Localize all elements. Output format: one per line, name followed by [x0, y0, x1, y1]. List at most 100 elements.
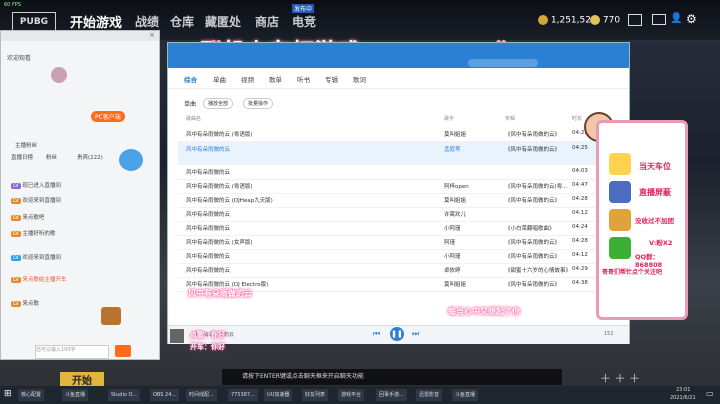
ticket-icon[interactable]: [628, 14, 642, 26]
app-icon-1: [609, 153, 631, 175]
game-tab-stash[interactable]: 藏匿处: [205, 13, 241, 30]
batch-button[interactable]: 批量操作: [243, 98, 274, 109]
game-tab-start[interactable]: 开始游戏: [70, 12, 122, 31]
overlay-line: 当天车位: [639, 162, 671, 171]
song-row[interactable]: 风中有朵雨做的云 04:03: [178, 165, 618, 180]
profile-icon[interactable]: 👤: [670, 13, 682, 24]
song-row[interactable]: 风中有朵雨做的云 小阿瑾 《风中有朵雨做的云》 04:12: [178, 249, 618, 264]
game-tab-stats[interactable]: 战绩: [135, 13, 159, 30]
song-row[interactable]: 风中有朵雨做的云 许嵩欢儿 04:12: [178, 207, 618, 222]
overlay-line: 没收过不加团: [635, 217, 674, 225]
taskbar-item[interactable]: 迅雷影音: [416, 389, 443, 401]
song-row[interactable]: 风中有朵雨做的云 卓依婷 《甜蜜十六岁的心情故事》 04:29: [178, 263, 618, 278]
tab-playlist[interactable]: 歌单: [269, 74, 282, 84]
taskbar-item[interactable]: 斗鱼直播: [452, 389, 479, 401]
panel-title: 欢迎观看: [7, 55, 32, 62]
close-icon[interactable]: ×: [149, 31, 155, 39]
tab-video[interactable]: 视频: [241, 74, 254, 84]
taskbar-item[interactable]: 核心配置: [18, 389, 45, 401]
song-row[interactable]: 风中有朵雨做的云 (粤语版) 阿梓open 《风中有朵雨做的云(粤... 04:47: [178, 179, 618, 194]
music-nav: 综合 单曲 视频 歌单 听书 专辑 歌词: [168, 68, 629, 89]
taskbar-item[interactable]: 回事手游...: [376, 389, 407, 401]
song-row[interactable]: 风中有朵雨做的云 (粤语版) 莫叫姐姐 《风中有朵雨做的云》 04:23: [178, 127, 618, 142]
taskbar-clock[interactable]: 23:01: [676, 387, 690, 393]
pc-client-button[interactable]: PC客户端: [91, 111, 125, 122]
notification-icon[interactable]: ▭: [706, 389, 714, 398]
lyric-right: 每当心中又想起了你: [448, 307, 520, 316]
game-tab-inventory[interactable]: 仓库: [170, 13, 194, 30]
taskbar-item[interactable]: 时间线配...: [186, 389, 217, 401]
play-all-button[interactable]: 播放全部: [203, 98, 234, 109]
game-start-button[interactable]: 开始: [60, 372, 104, 387]
overlay-line: 直播屏蔽: [639, 188, 671, 197]
stream-sub-line2: 开车：你好: [190, 343, 225, 351]
music-search-input[interactable]: [468, 59, 538, 67]
taskbar-item[interactable]: Studio O...: [108, 389, 141, 401]
pubg-logo: PUBG: [12, 12, 56, 32]
col-header-song: 歌曲名: [186, 116, 202, 122]
douyu-badge: [119, 149, 143, 171]
song-row[interactable]: 风中有朵雨做的云 孟庭苇 《风中有朵雨做的云》 04:25: [178, 142, 618, 165]
chat-line: LV 欢迎来到直播间: [11, 198, 61, 204]
stream-info-overlay: 当天车位 直播屏蔽 没收过不加团 V:粉X2 QQ群：868808 哥哥们帮忙点…: [596, 120, 688, 320]
tab-album[interactable]: 专辑: [325, 74, 338, 84]
song-row[interactable]: 风中有朵雨做的云 (女声版) 阿瑾 《风中有朵雨做的云》 04:28: [178, 235, 618, 250]
chat-line: LV 来点歌给主播开车: [11, 277, 67, 283]
chat-input[interactable]: 还可以输入100字: [35, 345, 109, 359]
stream-sub-line1: 点歌：你好: [190, 331, 225, 339]
taskbar: ⊞ 核心配置 斗鱼直播 Studio O... OBS 24... 时间线配..…: [0, 386, 720, 404]
treasure-chest-icon[interactable]: [101, 307, 121, 325]
taskbar-item[interactable]: 斗鱼直播: [62, 389, 89, 401]
taskbar-item[interactable]: UU加速器: [264, 389, 293, 401]
tab-vip[interactable]: 贵宾(222): [77, 153, 103, 161]
taskbar-item[interactable]: 好友列表: [302, 389, 329, 401]
song-row[interactable]: 风中有朵雨做的云 小阿瑾 《小白菜翻唱歌曲》 04:24: [178, 221, 618, 236]
taskbar-item[interactable]: 775387...: [228, 389, 258, 401]
panel-titlebar: [1, 31, 159, 41]
tab-daily[interactable]: 直播日榜: [11, 153, 33, 161]
taskbar-item[interactable]: 游戏平台: [338, 389, 365, 401]
tab-composite[interactable]: 综合: [184, 74, 197, 84]
col-header-album: 专辑: [505, 116, 516, 122]
fps-counter: 60 FPS: [4, 2, 22, 8]
overlay-line: V:粉X2: [649, 239, 673, 247]
mail-icon[interactable]: [652, 14, 666, 25]
windows-start-icon[interactable]: ⊞: [4, 389, 12, 399]
chat-line: LV 现已进入直播间: [11, 183, 61, 189]
app-icon-3: [609, 209, 631, 231]
tab-single[interactable]: 单曲: [213, 74, 226, 84]
expand-plus-icon[interactable]: ＋ ＋ ＋: [600, 370, 640, 386]
tab-fans[interactable]: 主播粉丝: [15, 141, 37, 149]
next-button[interactable]: ⏭: [412, 329, 419, 339]
section-title: 单曲: [184, 101, 197, 108]
now-playing-thumb: [170, 329, 184, 343]
live-badge: 发布中: [292, 4, 315, 13]
chat-line: LV 欢迎来到直播间: [11, 255, 61, 261]
game-tab-shop[interactable]: 商店: [255, 13, 279, 30]
taskbar-date[interactable]: 2021/6/21: [670, 395, 696, 401]
taskbar-item[interactable]: OBS 24...: [150, 389, 180, 401]
prev-button[interactable]: ⏮: [373, 329, 380, 339]
live-room-panel: × 欢迎观看 PC客户端 主播粉丝 直播日榜 粉丝 贵宾(222) LV 现已进…: [0, 30, 160, 360]
app-icon-2: [609, 181, 631, 203]
col-header-time: 时长: [572, 116, 583, 122]
settings-gear-icon[interactable]: ⚙: [686, 12, 697, 26]
bp-currency: 1,251,520: [538, 15, 597, 26]
lyric-left: 风中有朵雨做的云: [188, 289, 252, 298]
player-count: 152: [604, 331, 614, 337]
chat-line: LV 来点歌: [11, 301, 39, 307]
tab-fans2[interactable]: 粉丝: [46, 153, 57, 161]
music-player-bar: 风中有朵雨做的云 ⏮ ❚❚ ⏭ 152: [168, 325, 629, 344]
send-button[interactable]: [115, 345, 131, 357]
music-titlebar: [168, 43, 629, 68]
play-pause-button[interactable]: ❚❚: [390, 327, 404, 341]
chat-line: LV 来点歌吧: [11, 215, 45, 221]
song-row[interactable]: 风中有朵雨做的云 (DJHeap九天版) 莫叫姐姐 《风中有朵雨做的云》 04:28: [178, 193, 618, 208]
wechat-icon: [609, 237, 631, 259]
tab-lyrics[interactable]: 歌词: [353, 74, 366, 84]
chat-line: LV 主播好听的歌: [11, 231, 56, 237]
tab-audiobook[interactable]: 听书: [297, 74, 310, 84]
game-tab-esports[interactable]: 电竞: [292, 13, 316, 30]
avatar: [51, 67, 67, 83]
col-header-artist: 歌手: [444, 116, 455, 122]
